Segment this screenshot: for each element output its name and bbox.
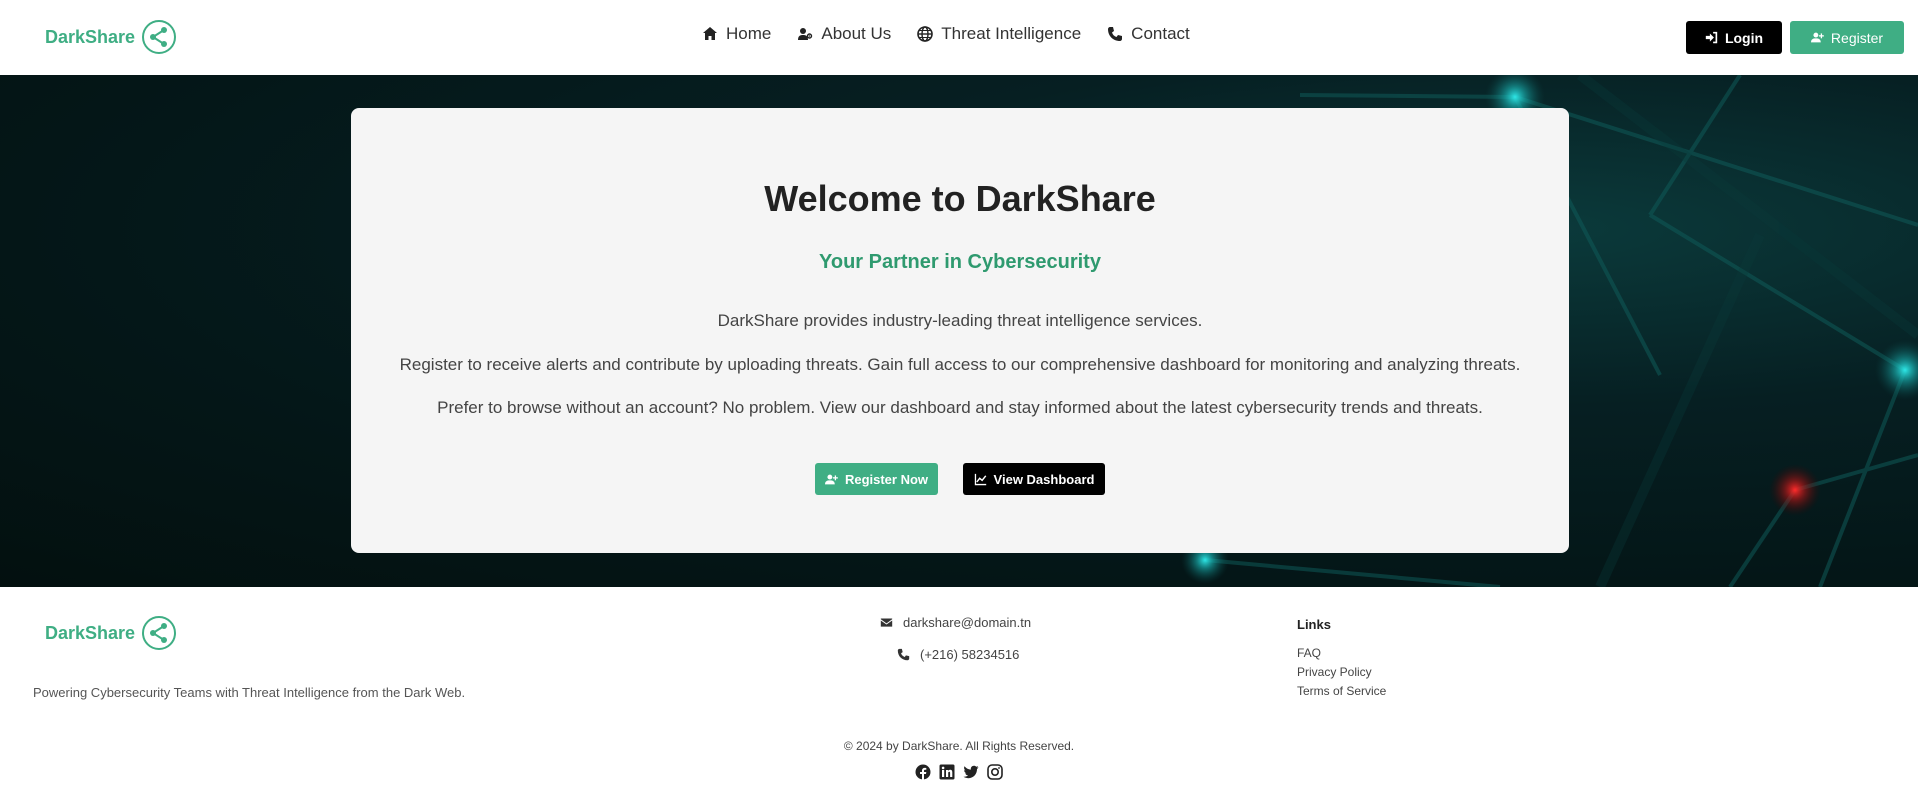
nav-about[interactable]: About Us bbox=[797, 24, 891, 44]
home-icon bbox=[703, 27, 717, 40]
nav-home[interactable]: Home bbox=[702, 24, 771, 44]
footer-brand-logo[interactable]: DarkShare bbox=[45, 615, 177, 651]
footer-phone: (+216) 58234516 bbox=[920, 646, 1020, 662]
instagram-icon[interactable] bbox=[987, 764, 1003, 780]
brand-logo[interactable]: DarkShare bbox=[45, 19, 177, 55]
envelope-icon bbox=[880, 617, 893, 627]
user-plus-icon bbox=[1810, 32, 1824, 43]
line-chart-icon bbox=[974, 473, 986, 485]
nav-about-label: About Us bbox=[821, 24, 892, 43]
share-logo-icon bbox=[142, 616, 177, 650]
user-secret-icon bbox=[798, 28, 813, 40]
sign-in-icon bbox=[1705, 31, 1718, 44]
footer-link-faq[interactable]: FAQ bbox=[1297, 646, 1386, 660]
footer-email-row[interactable]: darkshare@domain.tn bbox=[880, 611, 1031, 633]
footer-phone-row[interactable]: (+216) 58234516 bbox=[880, 643, 1031, 665]
register-button[interactable]: Register bbox=[1790, 21, 1904, 54]
view-dashboard-button[interactable]: View Dashboard bbox=[963, 463, 1105, 495]
footer-links-title: Links bbox=[1297, 617, 1331, 632]
share-logo-icon bbox=[142, 20, 177, 54]
browse-paragraph: Prefer to browse without an account? No … bbox=[437, 398, 1483, 417]
footer-link-terms-of-service[interactable]: Terms of Service bbox=[1297, 684, 1386, 698]
register-label: Register bbox=[1830, 29, 1884, 46]
social-links bbox=[915, 764, 1003, 780]
login-label: Login bbox=[1724, 29, 1764, 46]
facebook-icon[interactable] bbox=[915, 764, 931, 780]
phone-icon bbox=[897, 648, 910, 660]
globe-icon bbox=[917, 26, 934, 42]
nav-threat-label: Threat Intelligence bbox=[941, 24, 1082, 43]
register-now-label: Register Now bbox=[844, 471, 929, 487]
brand-name: DarkShare bbox=[45, 26, 136, 47]
footer-tagline: Powering Cybersecurity Teams with Threat… bbox=[33, 685, 466, 700]
copyright: © 2024 by DarkShare. All Rights Reserved… bbox=[843, 739, 1075, 753]
register-paragraph: Register to receive alerts and contribut… bbox=[399, 355, 1521, 374]
nav-contact[interactable]: Contact bbox=[1107, 24, 1190, 44]
twitter-icon[interactable] bbox=[963, 764, 979, 780]
login-button[interactable]: Login bbox=[1686, 21, 1782, 54]
register-now-button[interactable]: Register Now bbox=[815, 463, 938, 495]
welcome-card: Welcome to DarkShare Your Partner in Cyb… bbox=[351, 108, 1569, 553]
nav-contact-label: Contact bbox=[1131, 24, 1190, 43]
user-plus-icon bbox=[824, 474, 838, 484]
page-title: Welcome to DarkShare bbox=[764, 178, 1156, 219]
footer-links: Links FAQ Privacy Policy Terms of Servic… bbox=[1297, 617, 1386, 703]
linkedin-icon[interactable] bbox=[939, 764, 955, 780]
footer-brand-name: DarkShare bbox=[45, 622, 136, 643]
intro-paragraph: DarkShare provides industry-leading thre… bbox=[717, 311, 1203, 330]
nav-threat-intelligence[interactable]: Threat Intelligence bbox=[917, 24, 1081, 44]
footer-link-privacy-policy[interactable]: Privacy Policy bbox=[1297, 665, 1386, 679]
view-dashboard-label: View Dashboard bbox=[993, 471, 1095, 487]
top-navbar: DarkShare Home About Us Threat Intellige… bbox=[0, 0, 1918, 75]
hero-section: Welcome to DarkShare Your Partner in Cyb… bbox=[0, 75, 1918, 587]
nav-home-label: Home bbox=[726, 24, 772, 43]
main-nav: Home About Us Threat Intelligence Contac… bbox=[702, 24, 1216, 44]
footer: DarkShare Powering Cybersecurity Teams w… bbox=[0, 587, 1918, 797]
phone-icon bbox=[1108, 27, 1123, 41]
footer-email: darkshare@domain.tn bbox=[903, 614, 1032, 630]
footer-contact: darkshare@domain.tn (+216) 58234516 bbox=[880, 611, 1031, 675]
page-subtitle: Your Partner in Cybersecurity bbox=[819, 251, 1101, 273]
